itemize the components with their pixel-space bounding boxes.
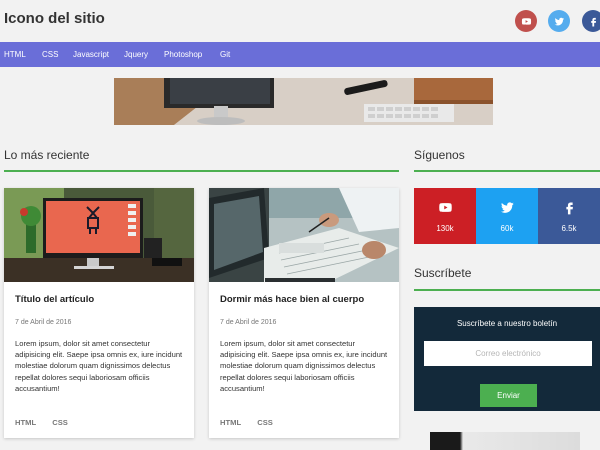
article-excerpt: Lorem ipsum, dolor sit amet consectetur … <box>220 339 388 393</box>
follower-count: 6.5k <box>561 224 577 233</box>
follow-divider <box>414 170 600 172</box>
twitter-icon <box>554 17 564 25</box>
latest-divider <box>4 170 399 172</box>
article-card: Título del artículo 7 de Abril de 2016 L… <box>4 188 194 438</box>
site-title[interactable]: Icono del sitio <box>4 10 105 27</box>
follow-twitter[interactable]: 60k <box>476 188 538 244</box>
article-title[interactable]: Dormir más hace bien al cuerpo <box>220 294 364 305</box>
article-tags: HTML CSS <box>220 418 287 427</box>
desk-illustration <box>114 78 493 125</box>
youtube-icon <box>521 17 531 25</box>
subscribe-divider <box>414 289 600 291</box>
facebook-icon <box>566 202 573 215</box>
article-card: Dormir más hace bien al cuerpo 7 de Abri… <box>209 188 399 438</box>
banner-image[interactable] <box>114 78 493 125</box>
nav-item-jquery[interactable]: Jquery <box>124 42 148 67</box>
latest-heading: Lo más reciente <box>4 148 90 162</box>
twitter-icon <box>501 202 514 213</box>
header-twitter-link[interactable] <box>548 10 570 32</box>
ad-thumbnail[interactable] <box>430 432 580 450</box>
email-field[interactable] <box>424 341 592 366</box>
main-nav: HTML CSS Javascript Jquery Photoshop Git <box>0 42 600 67</box>
tag-html[interactable]: HTML <box>220 418 241 427</box>
article-date: 7 de Abril de 2016 <box>15 319 72 326</box>
follow-facebook[interactable]: 6.5k <box>538 188 600 244</box>
follower-count: 130k <box>436 224 454 233</box>
nav-item-javascript[interactable]: Javascript <box>73 42 109 67</box>
subscribe-heading: Suscríbete <box>414 266 472 280</box>
header-youtube-link[interactable] <box>515 10 537 32</box>
site-header: Icono del sitio <box>0 0 600 42</box>
youtube-icon <box>439 203 452 212</box>
office-photo <box>209 188 399 282</box>
submit-button[interactable]: Enviar <box>480 384 537 407</box>
follow-heading: Síguenos <box>414 148 465 162</box>
article-image[interactable] <box>4 188 194 282</box>
article-title[interactable]: Título del artículo <box>15 294 94 305</box>
article-tags: HTML CSS <box>15 418 82 427</box>
newsletter-title: Suscríbete a nuestro boletín <box>456 319 558 328</box>
header-facebook-link[interactable] <box>582 10 600 32</box>
follower-count: 60k <box>500 224 514 233</box>
article-excerpt: Lorem ipsum, dolor sit amet consectetur … <box>15 339 183 393</box>
nav-item-html[interactable]: HTML <box>4 42 26 67</box>
article-date: 7 de Abril de 2016 <box>220 319 277 326</box>
article-image[interactable] <box>209 188 399 282</box>
nav-item-git[interactable]: Git <box>220 42 230 67</box>
tag-css[interactable]: CSS <box>257 418 273 427</box>
tag-html[interactable]: HTML <box>15 418 36 427</box>
tag-css[interactable]: CSS <box>52 418 68 427</box>
nav-item-photoshop[interactable]: Photoshop <box>164 42 202 67</box>
facebook-icon <box>590 17 596 27</box>
nav-item-css[interactable]: CSS <box>42 42 58 67</box>
workspace-photo <box>4 188 194 282</box>
follow-youtube[interactable]: 130k <box>414 188 476 244</box>
newsletter-box: Suscríbete a nuestro boletín Enviar <box>414 307 600 411</box>
